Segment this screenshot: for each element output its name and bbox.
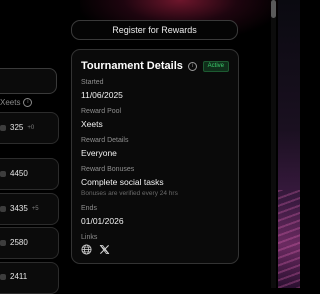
search-input[interactable] [0,68,57,94]
xeets-column-label: Xeets [0,98,21,107]
xeets-count: 4450 [10,169,28,178]
xeets-delta: +5 [31,205,39,212]
xeets-delta: +0 [27,124,35,131]
bonuses-note: Bonuses are verified every 24 hrs [81,190,178,197]
x-logo-icon[interactable] [99,244,110,255]
status-badge: Active [202,61,229,72]
register-for-rewards-button[interactable]: Register for Rewards [71,20,238,40]
leaderboard-row-value: 325 +0 [0,123,34,132]
tournament-details-title: Tournament Details [81,60,183,72]
started-value: 11/06/2025 [81,90,123,100]
reward-details-label: Reward Details [81,137,129,144]
xeets-count: 2411 [10,272,28,281]
xeets-count: 3435 [10,204,28,213]
xeets-icon [0,170,6,177]
xeets-icon [0,239,6,246]
xeets-icon [0,124,6,131]
leaderboard-row-value: 2580 [0,238,28,247]
leaderboard-row-value: 4450 [0,169,28,178]
ends-label: Ends [81,205,97,212]
reward-bonuses-value: Complete social tasks [81,177,164,187]
xeets-icon [0,273,6,280]
xeets-count: 2580 [10,238,28,247]
xeets-count: 325 [10,123,24,132]
started-label: Started [81,79,104,86]
info-icon[interactable]: i [187,61,197,71]
background-artwork [278,0,300,288]
leaderboard-row-value: 2411 [0,272,27,281]
reward-details-value: Everyone [81,148,117,158]
scrollbar-thumb[interactable] [271,0,276,18]
panel-title: Tournament Details i [81,60,197,72]
reward-bonuses-label: Reward Bonuses [81,166,135,173]
globe-icon[interactable] [81,244,92,255]
scrollbar-track[interactable] [271,0,276,288]
tournament-details-panel: Tournament Details i Active Started 11/0… [71,49,239,264]
xeets-column-header: Xeets i [0,98,33,107]
info-icon[interactable]: i [23,98,33,107]
links-label: Links [81,234,98,241]
reward-pool-label: Reward Pool [81,108,122,115]
reward-pool-value: Xeets [81,119,103,129]
ends-value: 01/01/2026 [81,216,124,226]
leaderboard-row-value: 3435 +5 [0,204,39,213]
xeets-icon [0,205,6,212]
